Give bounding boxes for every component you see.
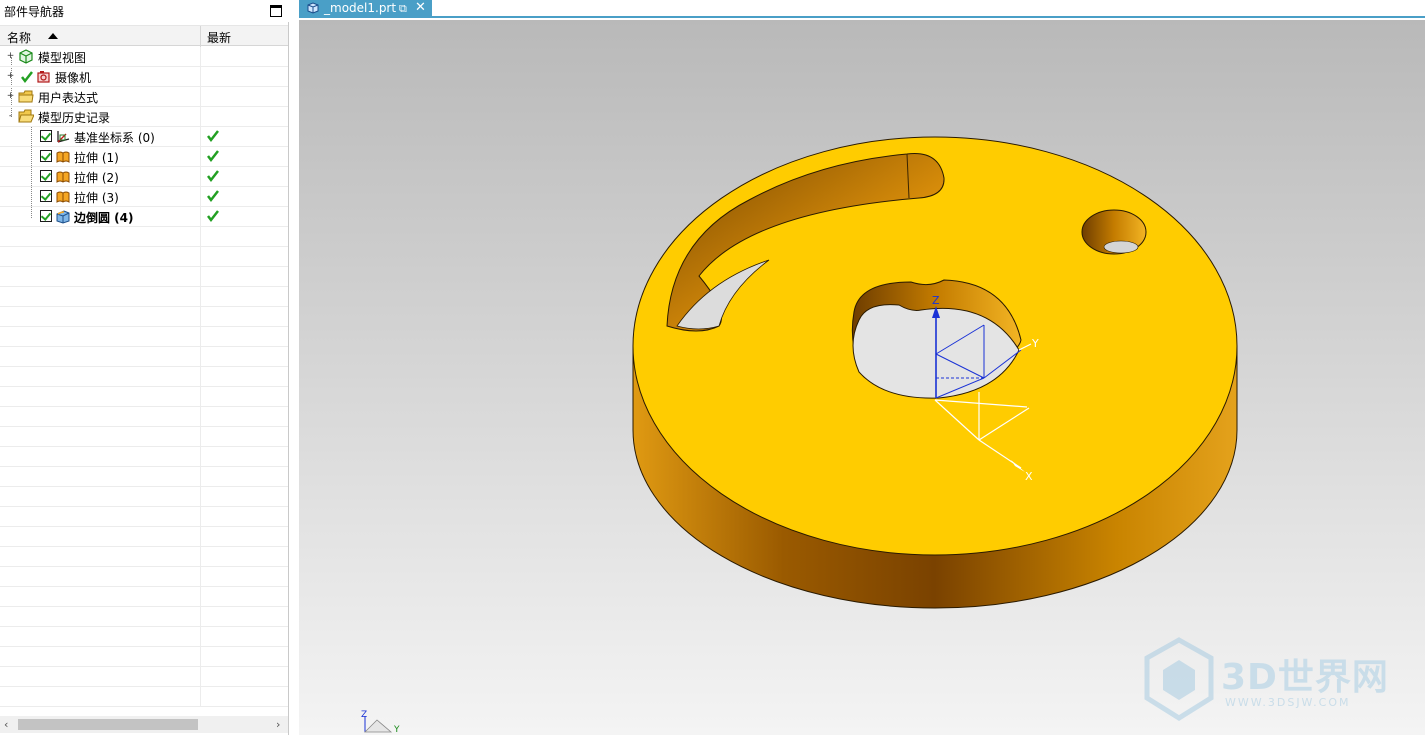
empty-row xyxy=(0,547,288,567)
axis-label-y: Y xyxy=(1031,337,1039,350)
app-window: 部件导航器 名称 最新 + 模型视图 + 摄像机 + 用户表达式 - 模型历史记… xyxy=(0,0,1425,735)
empty-row xyxy=(0,347,288,367)
tab-model1-prt[interactable]: _model1.prt ⧉ ✕ xyxy=(299,0,432,18)
tree-item-model-history[interactable]: - 模型历史记录 xyxy=(0,107,288,127)
part-navigator-panel: 部件导航器 名称 最新 + 模型视图 + 摄像机 + 用户表达式 - 模型历史记… xyxy=(0,0,289,735)
tree-item-model-views[interactable]: + 模型视图 xyxy=(0,47,288,67)
tab-label: _model1.prt xyxy=(324,1,397,15)
extrude-icon xyxy=(56,191,70,203)
tree-item-edge-blend-4[interactable]: 边倒圆 (4) xyxy=(0,207,288,227)
visibility-checkbox[interactable] xyxy=(40,150,52,162)
document-tab-bar: _model1.prt ⧉ ✕ xyxy=(299,0,1425,18)
close-tab-icon[interactable]: ✕ xyxy=(415,0,426,15)
part-model-render: Z X Y Z Y xyxy=(361,136,1238,735)
empty-row xyxy=(0,307,288,327)
watermark-logo xyxy=(1144,637,1214,721)
view-triad-icon: Z Y xyxy=(361,710,400,735)
tree-item-cameras[interactable]: + 摄像机 xyxy=(0,67,288,87)
tree-item-user-expressions[interactable]: + 用户表达式 xyxy=(0,87,288,107)
check-icon xyxy=(21,71,33,84)
edge-blend-icon xyxy=(56,210,70,224)
tree-item-label: 拉伸 (2) xyxy=(74,171,119,185)
visibility-checkbox[interactable] xyxy=(40,130,52,142)
tree-item-extrude-2[interactable]: 拉伸 (2) xyxy=(0,167,288,187)
empty-row xyxy=(0,687,288,707)
tree-item-label: 拉伸 (1) xyxy=(74,151,119,165)
empty-row xyxy=(0,487,288,507)
model-views-icon xyxy=(19,49,33,64)
watermark-text: 3D世界网 xyxy=(1221,657,1389,698)
part-file-icon xyxy=(307,2,319,14)
folder-open-icon xyxy=(18,109,34,123)
column-latest-header[interactable]: 最新 xyxy=(207,29,231,46)
tree-item-label: 基准坐标系 (0) xyxy=(74,131,155,145)
expand-icon[interactable]: + xyxy=(6,92,15,101)
column-divider[interactable] xyxy=(200,26,201,47)
maximize-icon[interactable] xyxy=(270,5,282,17)
empty-row xyxy=(0,407,288,427)
empty-row xyxy=(0,507,288,527)
navigator-title: 部件导航器 xyxy=(4,5,65,19)
scrollbar-thumb[interactable] xyxy=(18,719,198,730)
tree-item-label: 边倒圆 (4) xyxy=(74,211,134,225)
navigator-title-bar: 部件导航器 xyxy=(0,0,289,22)
up-to-date-check-icon xyxy=(207,170,219,183)
collapse-icon[interactable]: - xyxy=(6,112,15,121)
axis-label-z: Z xyxy=(932,294,940,307)
watermark-subtext: WWW.3DSJW.COM xyxy=(1225,696,1351,709)
empty-row xyxy=(0,587,288,607)
up-to-date-check-icon xyxy=(207,130,219,143)
horizontal-scrollbar[interactable]: ‹ › xyxy=(0,716,288,733)
navigator-tree: + 模型视图 + 摄像机 + 用户表达式 - 模型历史记录 基准坐标系 (0) … xyxy=(0,47,288,715)
popout-icon[interactable]: ⧉ xyxy=(399,2,407,16)
empty-row xyxy=(0,627,288,647)
tree-item-label: 用户表达式 xyxy=(38,91,99,105)
sort-ascending-icon[interactable] xyxy=(48,33,58,39)
scroll-right-icon[interactable]: › xyxy=(276,718,280,731)
extrude-icon xyxy=(56,151,70,163)
extrude-icon xyxy=(56,171,70,183)
empty-row xyxy=(0,247,288,267)
empty-row xyxy=(0,567,288,587)
empty-row xyxy=(0,327,288,347)
empty-row xyxy=(0,447,288,467)
empty-row xyxy=(0,667,288,687)
empty-row xyxy=(0,387,288,407)
camera-icon xyxy=(37,71,50,83)
navigator-column-header: 名称 最新 xyxy=(0,25,288,47)
visibility-checkbox[interactable] xyxy=(40,210,52,222)
empty-row xyxy=(0,367,288,387)
datum-csys-icon xyxy=(57,131,70,143)
small-hole-bottom xyxy=(1103,240,1139,254)
tree-item-label: 模型视图 xyxy=(38,51,87,65)
scroll-left-icon[interactable]: ‹ xyxy=(4,718,8,731)
empty-row xyxy=(0,267,288,287)
axis-label-x: X xyxy=(1025,470,1033,483)
graphics-viewport[interactable]: Z X Y Z Y 3D世界网 WWW.3DSJW.COM xyxy=(299,20,1425,735)
up-to-date-check-icon xyxy=(207,210,219,223)
tree-item-extrude-3[interactable]: 拉伸 (3) xyxy=(0,187,288,207)
tree-item-label: 拉伸 (3) xyxy=(74,191,119,205)
tree-item-label: 摄像机 xyxy=(55,71,92,85)
tree-item-extrude-1[interactable]: 拉伸 (1) xyxy=(0,147,288,167)
folder-icon xyxy=(18,90,34,103)
tree-item-label: 模型历史记录 xyxy=(38,111,111,125)
empty-row xyxy=(0,227,288,247)
visibility-checkbox[interactable] xyxy=(40,190,52,202)
visibility-checkbox[interactable] xyxy=(40,170,52,182)
tree-item-datum-csys[interactable]: 基准坐标系 (0) xyxy=(0,127,288,147)
empty-row xyxy=(0,527,288,547)
expand-icon[interactable]: + xyxy=(6,72,15,81)
empty-row xyxy=(0,287,288,307)
empty-row xyxy=(0,427,288,447)
up-to-date-check-icon xyxy=(207,190,219,203)
svg-text:Y: Y xyxy=(393,725,400,735)
column-name-header[interactable]: 名称 xyxy=(7,29,31,46)
empty-row xyxy=(0,607,288,627)
empty-row xyxy=(0,647,288,667)
expand-icon[interactable]: + xyxy=(6,52,15,61)
svg-text:Z: Z xyxy=(361,710,367,720)
empty-row xyxy=(0,467,288,487)
up-to-date-check-icon xyxy=(207,150,219,163)
